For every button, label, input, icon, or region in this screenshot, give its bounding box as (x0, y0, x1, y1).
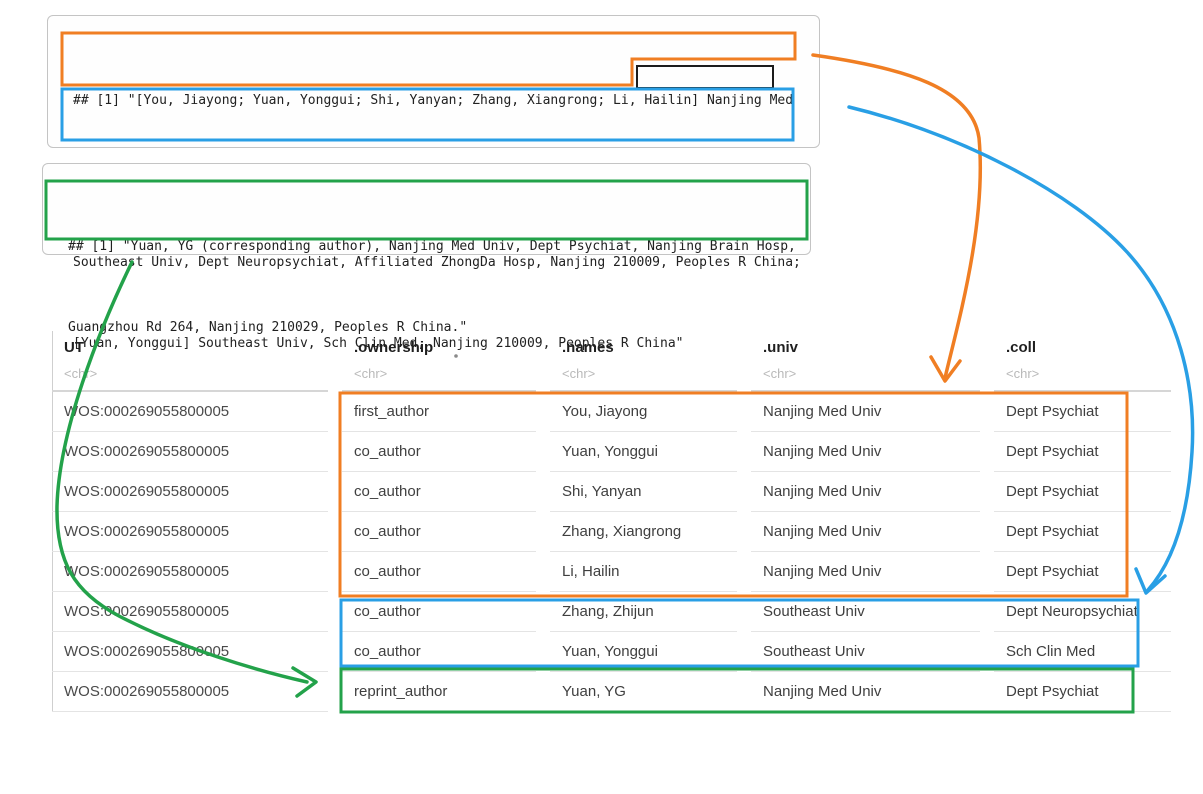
table-body: WOS:000269055800005 first_author You, Jiay… (52, 392, 1185, 712)
column-type: <chr> (354, 357, 536, 381)
cell-name: Li, Hailin (550, 552, 737, 592)
column-label: UT (64, 338, 328, 357)
cell-name: Yuan, Yonggui (550, 632, 737, 672)
column-label: .coll (1006, 338, 1171, 357)
column-type: <chr> (562, 357, 737, 381)
cell-coll: Dept Psychiat (994, 512, 1171, 552)
cell-univ: Southeast Univ (751, 592, 980, 632)
table-row: WOS:000269055800005 first_author You, Jiay… (52, 392, 1185, 432)
column-header-coll: .coll <chr> (994, 333, 1171, 392)
cell-coll: Dept Psychiat (994, 432, 1171, 472)
cell-name: Yuan, Yonggui (550, 432, 737, 472)
column-header-ut: UT <chr> (52, 333, 328, 392)
cell-name: Shi, Yanyan (550, 472, 737, 512)
column-header-names: .names <chr> (550, 333, 737, 392)
cell-ut: WOS:000269055800005 (52, 472, 328, 512)
table-row: WOS:000269055800005 co_author Zhang, Zhiju… (52, 592, 1185, 632)
cell-coll: Dept Psychiat (994, 672, 1171, 712)
cell-ut: WOS:000269055800005 (52, 592, 328, 632)
cell-ownership: co_author (342, 552, 536, 592)
table-row: WOS:000269055800005 co_author Shi, Yanyan N… (52, 472, 1185, 512)
table-row: WOS:000269055800005 co_author Li, Hailin Na… (52, 552, 1185, 592)
authors-table: UT <chr> .ownership <chr> .names <chr> .… (52, 333, 1185, 712)
column-label: .names (562, 338, 737, 357)
cell-univ: Southeast Univ (751, 632, 980, 672)
orange-arrow (813, 55, 980, 378)
cell-ownership: co_author (342, 512, 536, 552)
table-row: WOS:000269055800005 reprint_author Yuan, Y… (52, 672, 1185, 712)
cell-coll: Dept Neuropsychiat (994, 592, 1171, 632)
table-row: WOS:000269055800005 co_author Yuan, Yonggu… (52, 632, 1185, 672)
cell-ut: WOS:000269055800005 (52, 552, 328, 592)
table-row: WOS:000269055800005 co_author Yuan, Yonggu… (52, 432, 1185, 472)
table-header-row: UT <chr> .ownership <chr> .names <chr> .… (52, 333, 1185, 392)
cell-ownership: reprint_author (342, 672, 536, 712)
cell-coll: Sch Clin Med (994, 632, 1171, 672)
column-type: <chr> (1006, 357, 1171, 381)
cell-univ: Nanjing Med Univ (751, 392, 980, 432)
cell-univ: Nanjing Med Univ (751, 552, 980, 592)
cell-ownership: co_author (342, 592, 536, 632)
cell-name: Zhang, Zhijun (550, 592, 737, 632)
cell-univ: Nanjing Med Univ (751, 432, 980, 472)
cell-coll: Dept Psychiat (994, 472, 1171, 512)
table-row: WOS:000269055800005 co_author Zhang, Xiang… (52, 512, 1185, 552)
cell-univ: Nanjing Med Univ (751, 512, 980, 552)
cell-ut: WOS:000269055800005 (52, 512, 328, 552)
column-type: <chr> (64, 357, 328, 381)
cell-ut: WOS:000269055800005 (52, 392, 328, 432)
column-header-ownership: .ownership <chr> (342, 333, 536, 392)
cell-ownership: co_author (342, 432, 536, 472)
cell-univ: Nanjing Med Univ (751, 672, 980, 712)
cell-name: You, Jiayong (550, 392, 737, 432)
cell-ownership: co_author (342, 472, 536, 512)
cell-ownership: first_author (342, 392, 536, 432)
console-line: ## [1] "[You, Jiayong; Yuan, Yonggui; Sh… (73, 87, 819, 114)
console-output-reprint-address: ## [1] "Yuan, YG (corresponding author),… (42, 163, 811, 255)
column-label: .univ (763, 338, 980, 357)
console-line: ## [1] "Yuan, YG (corresponding author),… (68, 233, 810, 260)
column-label: .ownership (354, 338, 536, 357)
cell-name: Zhang, Xiangrong (550, 512, 737, 552)
cell-ut: WOS:000269055800005 (52, 672, 328, 712)
column-header-univ: .univ <chr> (751, 333, 980, 392)
cell-ut: WOS:000269055800005 (52, 432, 328, 472)
cell-coll: Dept Psychiat (994, 552, 1171, 592)
cell-univ: Nanjing Med Univ (751, 472, 980, 512)
console-output-affiliations: ## [1] "[You, Jiayong; Yuan, Yonggui; Sh… (47, 15, 820, 148)
cell-name: Yuan, YG (550, 672, 737, 712)
column-type: <chr> (763, 357, 980, 381)
cell-coll: Dept Psychiat (994, 392, 1171, 432)
cell-ownership: co_author (342, 632, 536, 672)
page: { "console_blocks": [ { "lines": [ "## [… (0, 0, 1203, 794)
cell-ut: WOS:000269055800005 (52, 632, 328, 672)
